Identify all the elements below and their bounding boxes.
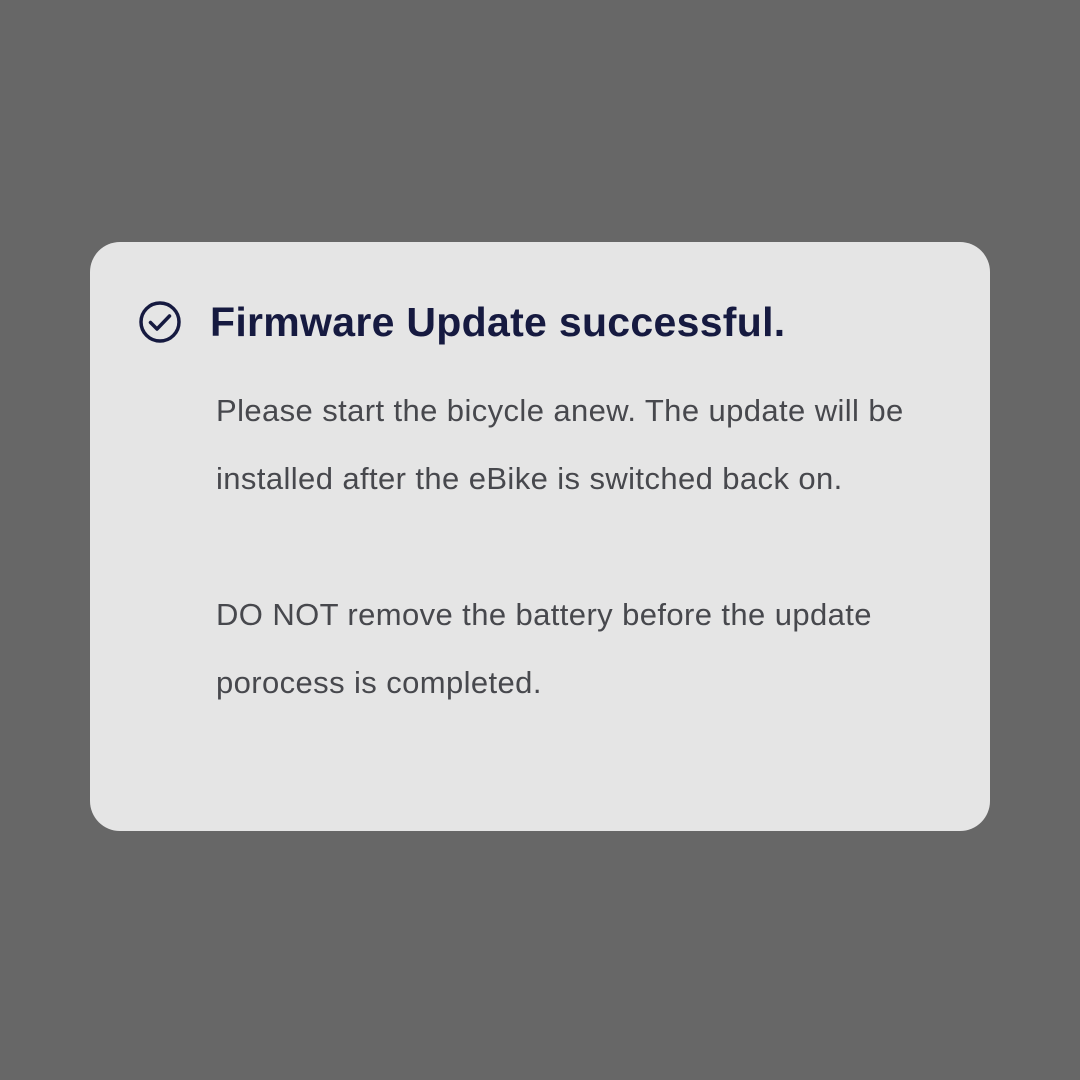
restart-instruction-text: Please start the bicycle anew. The updat… (216, 393, 904, 496)
dialog-title: Firmware Update successful. (210, 298, 786, 345)
battery-warning-text: DO NOT remove the battery before the upd… (216, 597, 872, 700)
firmware-update-dialog: Firmware Update successful. Please start… (90, 242, 990, 831)
dialog-header: Firmware Update successful. (138, 294, 785, 350)
dialog-message: Please start the bicycle anew. The updat… (216, 377, 936, 717)
check-circle-icon (138, 300, 182, 344)
